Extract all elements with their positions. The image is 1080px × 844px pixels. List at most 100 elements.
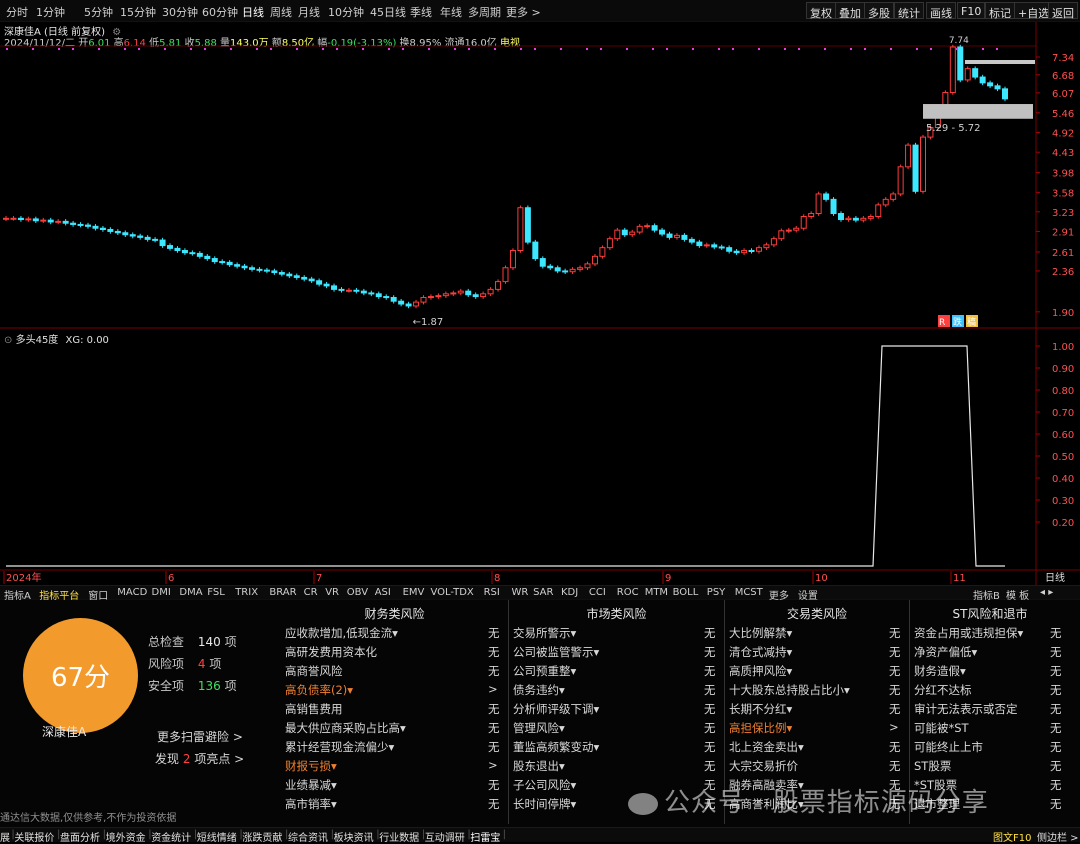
indicator-tab[interactable]: CCI [589,587,606,598]
risk-item-label[interactable]: 累计经营现金流偏少▾ [285,739,394,755]
candle-body [987,82,994,87]
risk-item-label[interactable]: 净资产偏低▾ [914,644,977,660]
indicator-tab[interactable]: SAR [533,587,553,598]
risk-item-label[interactable]: 审计无法表示或否定 [914,701,1018,717]
risk-item-label[interactable]: 高质押风险▾ [729,663,792,679]
risk-item-label[interactable]: 子公司风险▾ [513,777,576,793]
indicator-tab[interactable]: MTM [645,587,668,598]
risk-item-label[interactable]: 北上资金卖出▾ [729,739,804,755]
risk-item-label[interactable]: 交易所警示▾ [513,625,576,641]
risk-item-label[interactable]: 资金占用或违规担保▾ [914,625,1023,641]
risk-item-label[interactable]: 董监高频繁变动▾ [513,739,599,755]
indicator-tab[interactable]: MACD [117,587,147,598]
indicator-tab[interactable]: TRIX [235,587,258,598]
risk-item-label[interactable]: 分析师评级下调▾ [513,701,599,717]
indicator-tab[interactable]: WR [512,587,529,598]
risk-item-label[interactable]: 公司预重整▾ [513,663,576,679]
indicator-tab[interactable]: FSL [207,587,225,598]
signal-dot [850,48,852,50]
risk-item-label[interactable]: 财务造假▾ [914,663,966,679]
indicator-tab[interactable]: DMI [152,587,171,598]
candle-body [539,258,546,267]
candle-body [331,285,338,290]
risk-item-value[interactable]: > [488,682,498,696]
highlights-link[interactable]: 发现 2 项亮点 > [155,750,244,767]
risk-item-label[interactable]: 高负债率(2)▾ [285,682,353,698]
candle-body [696,241,703,247]
time-axis: 2024年 6 7 8 9 10 11 日线 [3,571,1065,584]
risk-item-label[interactable]: 高研发费用资本化 [285,644,377,660]
signal-dot [520,48,522,50]
risk-item-label[interactable]: 债务违约▾ [513,682,565,698]
tab-scroll-icon[interactable]: ◂ ▸ [1040,587,1053,598]
candle-body [70,222,77,225]
candle-body [383,296,390,299]
risk-item-label[interactable]: 长时间停牌▾ [513,796,576,812]
candle-body [62,220,69,224]
indicator-tab[interactable]: KDJ [561,587,578,598]
risk-item-label[interactable]: 大宗交易折价 [729,758,798,774]
candle-body [860,217,867,221]
risk-item-label[interactable]: 股东退出▾ [513,758,565,774]
indicator-tab[interactable]: RSI [484,587,500,598]
ind-axis-label: 0.30 [1052,496,1074,507]
signal-dot [626,48,628,50]
indicator-tab[interactable]: EMV [403,587,425,598]
risk-item-label[interactable]: 清仓式减持▾ [729,644,792,660]
risk-item-label[interactable]: 公司被监管警示▾ [513,644,599,660]
price-label: 7.34 [1052,53,1074,64]
risk-item-label[interactable]: 最大供应商采购占比高▾ [285,720,406,736]
risk-item-label[interactable]: 高销售费用 [285,701,343,717]
candle-body [994,85,1001,90]
risk-item-value: 无 [889,740,901,754]
indicator-tab[interactable]: DMA [179,587,202,598]
risk-item-value[interactable]: > [889,720,899,734]
risk-item-label[interactable]: 应收款增加,低现金流▾ [285,625,398,641]
indicator-tab[interactable]: ROC [617,587,639,598]
risk-item-label[interactable]: 可能被*ST [914,720,969,736]
candle-body [733,250,740,254]
indicator-tab[interactable]: OBV [347,587,368,598]
total-value: 140 [197,635,221,649]
indicator-tab[interactable]: ASI [375,587,391,598]
candle-body [748,250,755,253]
risk-item-value[interactable]: > [488,758,498,772]
candle-body [800,216,807,229]
risk-item-label[interactable]: 高担保比例▾ [729,720,792,736]
risk-item-label[interactable]: 高商誉风险 [285,663,343,679]
indicator-tab[interactable]: MCST [735,587,763,598]
indicator-title[interactable]: 多头45度 [16,335,59,346]
signal-dot [58,48,60,50]
candle-body [867,216,874,219]
candle-body [345,289,352,292]
risk-item-label[interactable]: 可能终止上市 [914,739,983,755]
risk-item-label[interactable]: 大比例解禁▾ [729,625,792,641]
tag-label: R [939,318,945,328]
risk-item-label[interactable]: 高市销率▾ [285,796,337,812]
indicator-tab[interactable]: CR [304,587,318,598]
indicator-tab[interactable]: BOLL [673,587,699,598]
risk-item-label[interactable]: 财报亏损▾ [285,758,337,774]
risk-item-label[interactable]: 长期不分红▾ [729,701,792,717]
indicator-tab[interactable]: BRAR [269,587,296,598]
indicator-tab[interactable]: VOL-TDX [431,587,474,598]
risk-item-label[interactable]: 业绩暴减▾ [285,777,337,793]
risk-item-value: 无 [889,645,901,659]
risk-item-label[interactable]: 管理风险▾ [513,720,565,736]
risk-item-label[interactable]: 十大股东总持股占比小▾ [729,682,850,698]
tab-separator: | [502,829,506,840]
candle-body [353,289,360,292]
indicator-tab[interactable]: VR [325,587,339,598]
risk-item-value: 无 [488,721,500,735]
candle-body [659,229,666,235]
risk-item-label[interactable]: ST股票 [914,758,951,774]
indicator-menu-icon[interactable]: ⊙ [4,335,12,346]
risk-item-label[interactable]: 分红不达标 [914,682,972,698]
indicator-tab[interactable]: PSY [707,587,726,598]
candle-body [263,269,270,272]
indicator-panel: 1.00 0.90 0.80 0.70 0.60 0.50 0.40 0.30 0.20 [6,342,1074,567]
more-scan-link[interactable]: 更多扫雷避险 > [157,728,243,745]
kline-chart[interactable]: 7.34 6.68 6.07 5.46 4.92 4.43 3.98 3.58 3.23 2.91… [0,0,1080,585]
time-label: 7 [316,573,322,584]
candle-body [323,283,330,287]
